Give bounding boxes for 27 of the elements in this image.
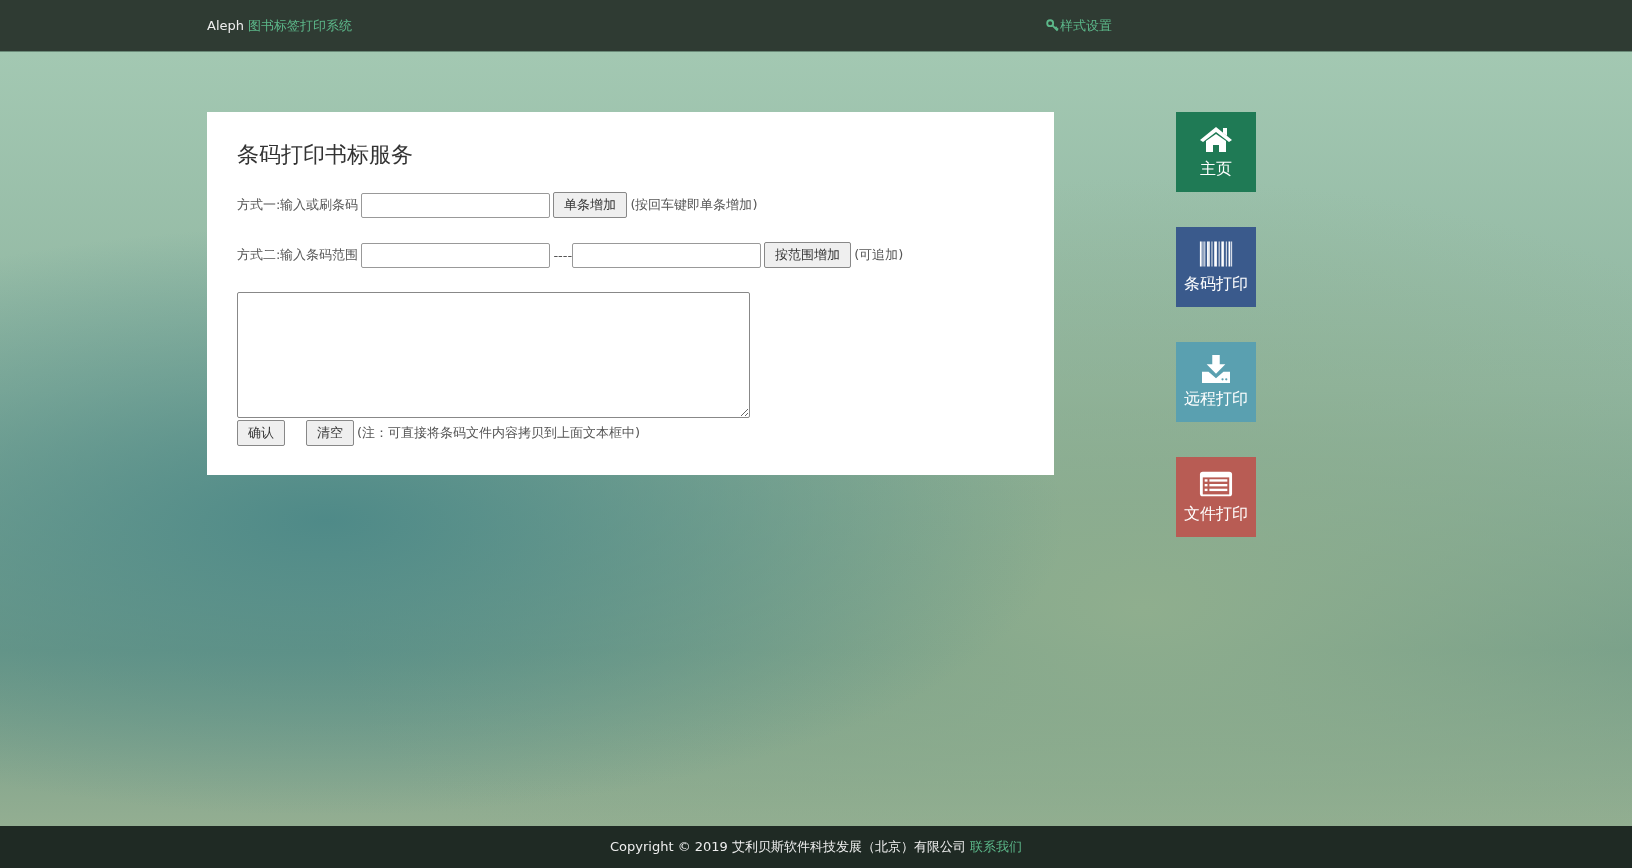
contact-link[interactable]: 联系我们 xyxy=(970,838,1022,856)
range-label: 方式二:输入条码范围 xyxy=(237,246,359,264)
nav-tile[interactable]: 主页 xyxy=(1176,112,1256,192)
range-separator: ---- xyxy=(553,247,573,263)
nav-tile[interactable]: 文件打印 xyxy=(1176,457,1256,537)
list-icon xyxy=(1199,469,1233,498)
single-hint: (按回车键即单条增加) xyxy=(630,196,758,214)
note-text: (注：可直接将条码文件内容拷贝到上面文本框中) xyxy=(357,424,641,442)
download-icon xyxy=(1199,354,1233,383)
barcode-icon xyxy=(1199,239,1233,268)
copyright-text: Copyright © 2019 艾利贝斯软件科技发展（北京）有限公司 xyxy=(610,838,966,856)
house-icon xyxy=(1199,124,1233,153)
panel-title: 条码打印书标服务 xyxy=(237,141,414,169)
style-settings-link[interactable]: 样式设置 xyxy=(1046,16,1112,35)
nav-tile[interactable]: 条码打印 xyxy=(1176,227,1256,307)
barcode-input[interactable] xyxy=(361,192,551,218)
brand-name: Aleph xyxy=(207,17,244,33)
app-title-link[interactable]: 图书标签打印系统 xyxy=(248,17,352,33)
single-add-button[interactable]: 单条增加 xyxy=(553,192,628,218)
action-button[interactable]: 确认 xyxy=(237,420,285,446)
single-label: 方式一:输入或刷条码 xyxy=(237,196,359,214)
key-icon xyxy=(1046,19,1059,32)
range-start-input[interactable] xyxy=(361,242,551,268)
range-add-button[interactable]: 按范围增加 xyxy=(764,242,852,268)
range-hint: (可追加) xyxy=(854,246,904,264)
range-end-input[interactable] xyxy=(572,242,762,268)
action-button[interactable]: 清空 xyxy=(306,420,354,446)
